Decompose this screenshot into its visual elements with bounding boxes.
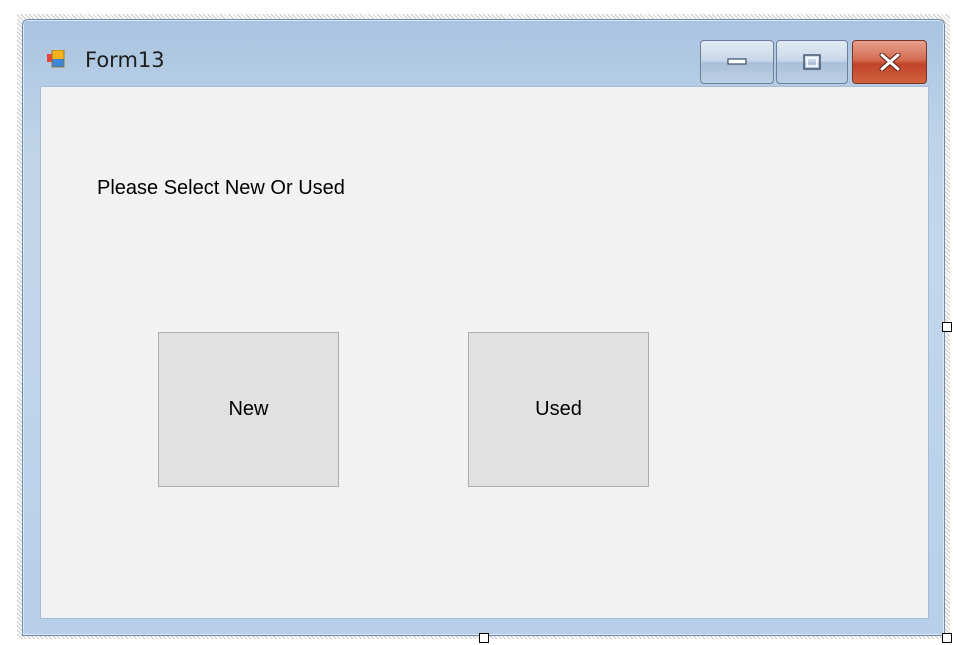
- form-client-area: Please Select New Or Used New Used: [40, 86, 929, 619]
- resize-handle-bottom-right[interactable]: [942, 633, 952, 643]
- minimize-button[interactable]: [700, 40, 774, 84]
- close-button[interactable]: [852, 40, 927, 84]
- window-title: Form13: [85, 48, 165, 72]
- new-button[interactable]: New: [158, 332, 339, 487]
- prompt-label: Please Select New Or Used: [97, 177, 345, 199]
- used-button[interactable]: Used: [468, 332, 649, 487]
- form-window: Form13 Please Select New Or Used New Use…: [22, 19, 945, 636]
- resize-handle-bottom-middle[interactable]: [479, 633, 489, 643]
- title-bar[interactable]: Form13: [23, 20, 944, 86]
- resize-handle-right-middle[interactable]: [942, 322, 952, 332]
- maximize-button[interactable]: [776, 40, 848, 84]
- app-icon: [47, 49, 65, 68]
